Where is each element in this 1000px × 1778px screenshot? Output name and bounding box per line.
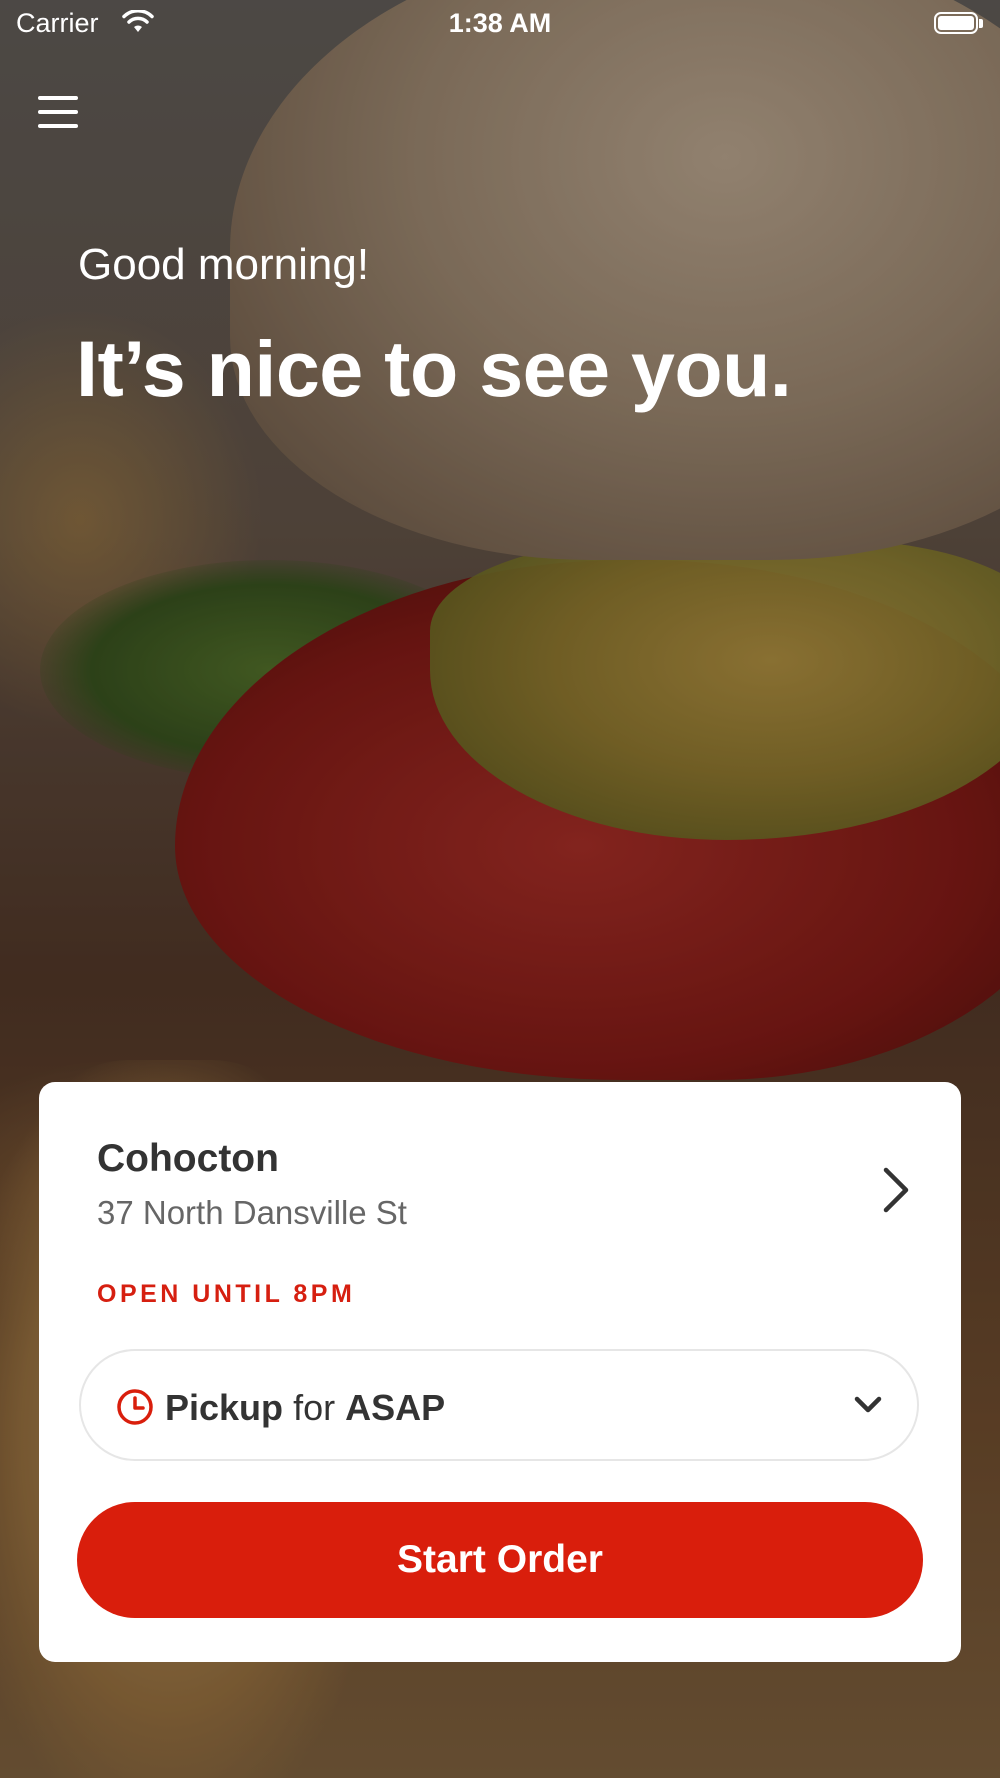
status-time: 1:38 AM [448, 8, 552, 38]
location-card: Cohocton 37 North Dansville St OPEN UNTI… [39, 1082, 961, 1662]
hamburger-menu-icon[interactable] [38, 94, 78, 130]
store-address[interactable]: 37 North Dansville St [97, 1194, 407, 1232]
order-mode-select[interactable]: Pickup for ASAP [79, 1349, 919, 1461]
headline-text: It’s nice to see you. [76, 324, 792, 413]
store-hours-status: OPEN UNTIL 8PM [97, 1280, 356, 1308]
chevron-right-icon[interactable] [874, 1162, 914, 1218]
order-mode-text: Pickup for ASAP [165, 1387, 445, 1429]
clock-icon [117, 1389, 153, 1425]
battery-icon [934, 12, 984, 36]
greeting-text: Good morning! [78, 240, 370, 289]
start-order-button[interactable]: Start Order [77, 1502, 923, 1618]
store-name[interactable]: Cohocton [97, 1137, 279, 1181]
order-mode-connector: for [293, 1387, 336, 1428]
order-mode-type: Pickup [165, 1387, 284, 1428]
order-mode-time: ASAP [345, 1387, 446, 1428]
status-bar: Carrier 1:38 AM [0, 0, 1000, 50]
chevron-down-icon [854, 1396, 882, 1413]
